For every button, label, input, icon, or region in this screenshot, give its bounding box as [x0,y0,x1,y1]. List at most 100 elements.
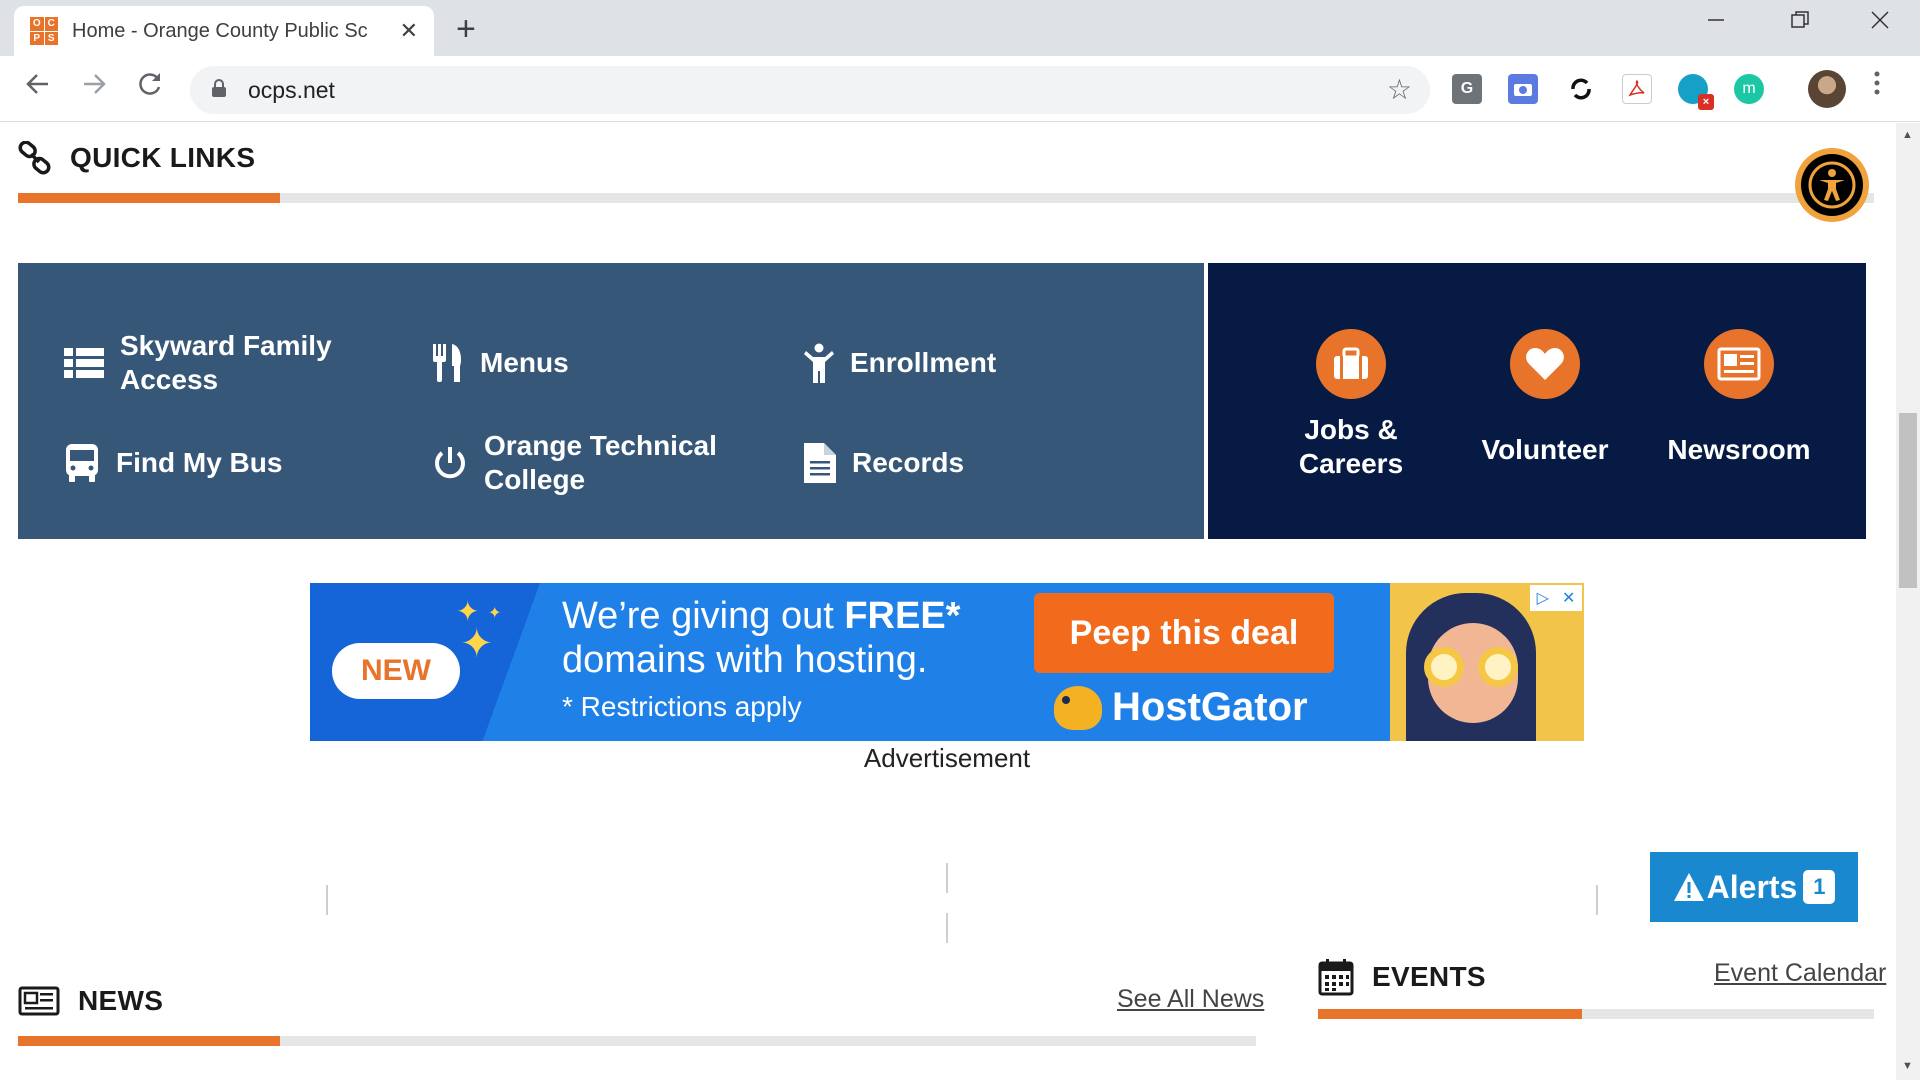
scroll-down-arrow-icon[interactable]: ▼ [1902,1060,1913,1072]
ad-headline-bold: FREE* [844,595,961,637]
address-bar[interactable]: ocps.net ☆ [190,66,1430,114]
advertisement-banner[interactable]: NEW ✦ ✦ ✦ We’re giving out FREE* domains… [310,583,1584,741]
quick-links-title: QUICK LINKS [70,142,256,173]
news-underline-accent [18,1036,280,1046]
grammar-extension-icon[interactable]: × [1678,74,1714,110]
page-scrollbar[interactable]: ▲ ▼ [1896,123,1920,1080]
quick-links-header: QUICK LINKS [18,141,255,175]
heart-icon [1510,329,1580,399]
browser-tabstrip: O C P S Home - Orange County Public Sc ✕… [0,0,1920,56]
warning-icon [1673,873,1704,901]
ad-close-icon[interactable]: ✕ [1562,588,1575,608]
divider [326,885,328,915]
scroll-up-arrow-icon[interactable]: ▲ [1902,129,1913,141]
m-extension-icon[interactable]: m [1734,74,1764,104]
ad-cta-button[interactable]: Peep this deal [1034,593,1334,673]
newspaper-icon [18,986,60,1016]
quick-link-label: Skyward Family Access [120,330,332,395]
divider [946,913,948,943]
event-calendar-link[interactable]: Event Calendar [1714,959,1886,988]
reload-button[interactable] [136,70,164,106]
alerts-label: Alerts [1706,868,1798,905]
restore-window-button[interactable] [1790,10,1810,36]
ad-headline-line2: domains with hosting. [562,639,928,681]
featured-link-jobs-careers[interactable]: Jobs & Careers [1261,329,1441,481]
quick-links-underline [18,193,1874,203]
new-tab-button[interactable]: + [456,10,476,49]
camera-extension-icon[interactable] [1508,74,1538,104]
reload-icon [139,73,161,95]
minimize-window-button[interactable] [1706,10,1726,36]
browser-toolbar: ocps.net ☆ G × m [0,56,1920,122]
browser-menu-icon[interactable] [1874,70,1880,96]
featured-link-volunteer[interactable]: Volunteer [1455,329,1635,467]
events-underline-accent [1318,1009,1582,1019]
quick-link-label: Enrollment [850,347,997,378]
quick-link-orange-technical-college[interactable]: Orange Technical College [432,429,752,497]
featured-link-label: Newsroom [1667,434,1811,465]
g-extension-icon[interactable]: G [1452,74,1482,104]
alerts-count-badge: 1 [1803,870,1836,904]
quick-link-label: Orange Technical College [484,430,717,495]
error-badge-icon: × [1698,94,1714,110]
pdf-extension-icon[interactable] [1622,74,1652,104]
utensils-icon [433,344,462,382]
scrollbar-thumb[interactable] [1899,413,1917,588]
bus-icon [66,444,98,482]
accessibility-icon [1801,154,1863,216]
ad-disclaimer: * Restrictions apply [562,691,802,722]
ad-label: Advertisement [863,743,1031,773]
quick-link-menus[interactable]: Menus [432,329,569,397]
quick-links-panel: Skyward Family Access Menus Enrollment F… [18,263,1204,539]
quick-link-label: Find My Bus [116,447,283,478]
quick-links-underline-accent [18,193,280,203]
gator-mascot-icon [1054,685,1102,730]
quick-link-enrollment[interactable]: Enrollment [804,329,996,397]
events-header: EVENTS [1318,958,1486,996]
featured-link-label: Jobs & Careers [1298,414,1404,479]
bookmark-star-icon[interactable]: ☆ [1387,73,1412,106]
featured-link-newsroom[interactable]: Newsroom [1649,329,1829,467]
address-bar-url: ocps.net [248,77,335,103]
favicon-letter: P [30,31,44,45]
ad-brand-name: HostGator [1112,685,1308,729]
ad-info-icon[interactable]: ▷ [1537,588,1549,608]
document-icon [804,443,836,483]
quick-link-records[interactable]: Records [804,429,964,497]
back-button[interactable] [24,70,52,106]
divider [946,863,948,893]
page-content: QUICK LINKS Skyward Family Access Menus … [0,123,1896,1080]
profile-avatar[interactable] [1808,70,1846,108]
ocps-favicon-icon: O C P S [30,17,58,45]
calendar-icon [1318,959,1354,996]
favicon-letter: C [44,17,58,31]
quick-link-find-my-bus[interactable]: Find My Bus [64,429,282,497]
quick-link-skyward[interactable]: Skyward Family Access [64,329,364,397]
forward-button[interactable] [80,70,108,106]
ad-headline-line1: We’re giving out FREE* [562,595,960,638]
ad-brand-logo: HostGator [1054,685,1308,730]
close-window-button[interactable] [1870,10,1890,36]
quick-link-label: Records [852,447,965,478]
ad-choices-icon[interactable]: ▷ ✕ [1530,585,1582,611]
see-all-news-link[interactable]: See All News [1117,985,1264,1014]
lock-icon [212,79,226,97]
tab-close-icon[interactable]: ✕ [400,18,418,44]
forward-arrow-icon [84,74,106,94]
ad-new-badge: NEW [332,643,460,699]
sync-extension-icon[interactable] [1566,74,1596,104]
power-icon [435,447,465,479]
accessibility-button[interactable] [1795,148,1869,222]
events-title: EVENTS [1372,961,1486,992]
news-title: NEWS [78,985,164,1016]
featured-link-label: Volunteer [1481,434,1609,465]
person-icon [804,343,834,383]
featured-links-panel: Jobs & Careers Volunteer Newsroom [1208,263,1866,539]
quick-link-label: Menus [480,347,569,378]
tab-title: Home - Orange County Public Sc [72,19,368,42]
ad-headline-text: We’re giving out [562,595,845,637]
events-underline [1318,1009,1874,1019]
alerts-button[interactable]: Alerts 1 [1650,852,1858,922]
browser-tab[interactable]: O C P S Home - Orange County Public Sc ✕ [14,6,434,56]
news-underline [18,1036,1256,1046]
